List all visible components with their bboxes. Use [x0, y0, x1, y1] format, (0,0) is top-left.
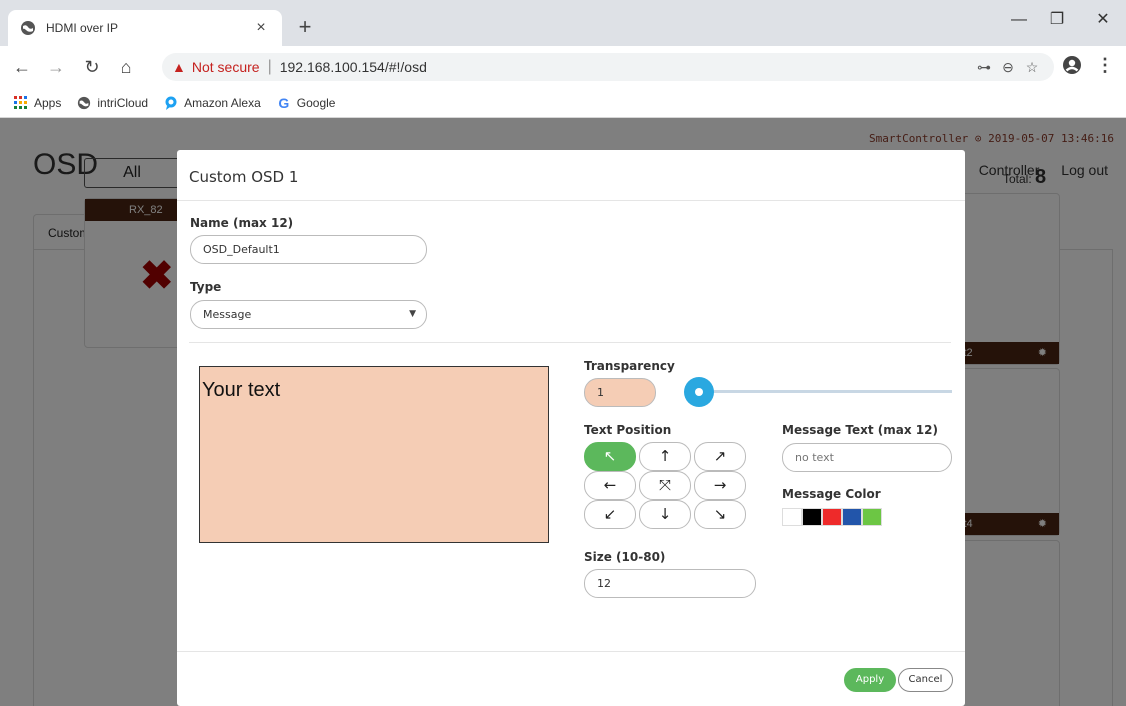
cancel-button[interactable]: Cancel: [898, 668, 953, 692]
alexa-icon: [165, 96, 177, 110]
color-swatch-blue[interactable]: [842, 508, 862, 526]
message-color-label: Message Color: [782, 487, 881, 501]
size-label: Size (10-80): [584, 550, 666, 564]
color-swatch-red[interactable]: [822, 508, 842, 526]
star-icon[interactable]: ☆: [1020, 59, 1044, 76]
bookmark-label: Google: [296, 95, 336, 110]
color-swatch-white[interactable]: [782, 508, 802, 526]
reload-icon[interactable]: ↻: [80, 55, 104, 79]
bookmark-google[interactable]: G Google: [277, 94, 336, 111]
chevron-down-icon: ▼: [409, 309, 416, 319]
not-secure-label: Not secure: [191, 59, 260, 75]
transparency-slider-track[interactable]: [698, 390, 952, 393]
tab-title: HDMI over IP: [46, 21, 119, 35]
modal-footer: Apply Cancel: [177, 651, 965, 706]
url-text[interactable]: 192.168.100.154/#!/osd: [280, 59, 972, 75]
apply-button[interactable]: Apply: [844, 668, 896, 692]
modal-title: Custom OSD 1: [177, 150, 965, 201]
message-text-label: Message Text (max 12): [782, 423, 938, 437]
minimize-icon[interactable]: —: [1004, 8, 1034, 32]
position-top-left-button[interactable]: ↖: [584, 442, 636, 471]
globe-icon: [21, 21, 35, 35]
home-icon[interactable]: ⌂: [114, 55, 138, 79]
divider: [189, 342, 951, 343]
kebab-menu-icon[interactable]: ⋮: [1096, 54, 1114, 76]
text-position-grid: ↖ ↑ ↗ ← ⤧ → ↙ ↓ ↘: [584, 442, 746, 532]
position-center-button[interactable]: ⤧: [639, 471, 691, 500]
back-icon[interactable]: ←: [10, 55, 34, 79]
browser-tab-bar: HDMI over IP × + — ❐ ✕: [0, 0, 1126, 46]
transparency-slider-handle[interactable]: [684, 377, 714, 407]
google-icon: G: [278, 94, 290, 111]
position-bottom-left-button[interactable]: ↙: [584, 500, 636, 529]
name-label: Name (max 12): [190, 216, 294, 230]
omnibox[interactable]: ▲ Not secure | 192.168.100.154/#!/osd ⊶ …: [162, 53, 1054, 81]
apps-grid-icon: [14, 95, 27, 109]
name-input[interactable]: OSD_Default1: [190, 235, 427, 264]
type-selected-value: Message: [203, 308, 252, 321]
profile-icon[interactable]: [1062, 55, 1082, 75]
bookmark-label: Apps: [34, 95, 62, 110]
bookmarks-bar: Apps intriCloud Amazon Alexa G Google: [0, 88, 1126, 118]
position-bottom-right-button[interactable]: ↘: [694, 500, 746, 529]
restore-icon[interactable]: ❐: [1042, 8, 1072, 32]
address-bar-row: ← → ↻ ⌂ ▲ Not secure | 192.168.100.154/#…: [0, 46, 1126, 88]
bookmark-apps[interactable]: Apps: [14, 95, 62, 110]
position-bottom-button[interactable]: ↓: [639, 500, 691, 529]
omnibox-separator: |: [267, 58, 272, 75]
bookmark-amazon-alexa[interactable]: Amazon Alexa: [164, 96, 261, 110]
bookmark-intricloud[interactable]: intriCloud: [77, 96, 148, 110]
color-swatch-black[interactable]: [802, 508, 822, 526]
message-text-input[interactable]: [782, 443, 952, 472]
custom-osd-modal: Custom OSD 1 Name (max 12) OSD_Default1 …: [177, 150, 965, 706]
position-right-button[interactable]: →: [694, 471, 746, 500]
position-top-right-button[interactable]: ↗: [694, 442, 746, 471]
text-position-label: Text Position: [584, 423, 672, 437]
type-label: Type: [190, 280, 222, 294]
position-left-button[interactable]: ←: [584, 471, 636, 500]
zoom-icon[interactable]: ⊖: [996, 59, 1020, 76]
osd-preview: Your text: [199, 366, 549, 543]
transparency-input[interactable]: 1: [584, 378, 656, 407]
bookmark-label: intriCloud: [97, 95, 149, 110]
new-tab-button[interactable]: +: [292, 14, 318, 40]
browser-tab[interactable]: HDMI over IP ×: [8, 10, 282, 46]
size-input[interactable]: 12: [584, 569, 756, 598]
forward-icon[interactable]: →: [44, 55, 68, 79]
message-color-swatches: [782, 508, 882, 526]
warning-icon: ▲: [172, 59, 186, 75]
preview-text: Your text: [202, 379, 281, 401]
tab-close-icon[interactable]: ×: [252, 19, 270, 37]
transparency-label: Transparency: [584, 359, 675, 373]
window-close-icon[interactable]: ✕: [1088, 8, 1118, 32]
globe-icon: [78, 96, 91, 109]
key-icon[interactable]: ⊶: [972, 59, 996, 76]
bookmark-label: Amazon Alexa: [184, 95, 261, 110]
type-select[interactable]: Message ▼: [190, 300, 427, 329]
color-swatch-green[interactable]: [862, 508, 882, 526]
position-top-button[interactable]: ↑: [639, 442, 691, 471]
